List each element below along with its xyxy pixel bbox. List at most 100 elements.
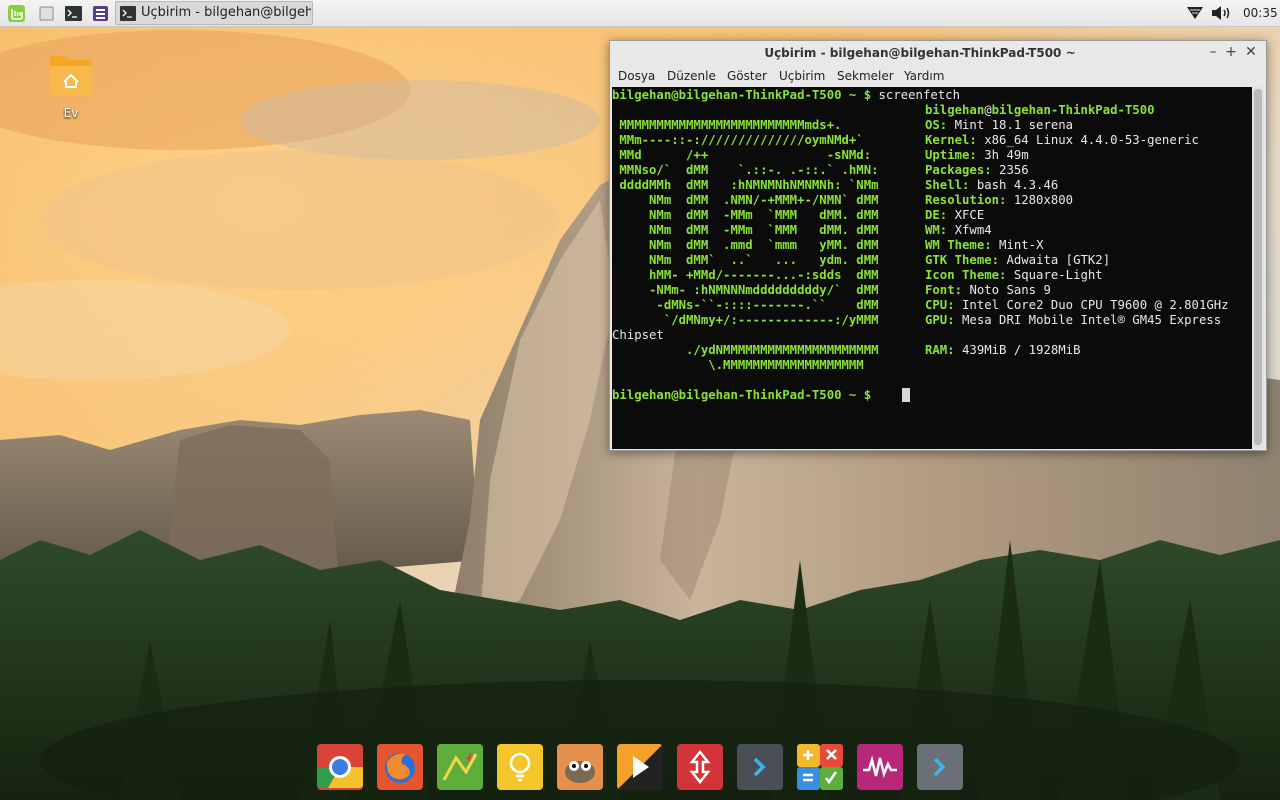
info-value: x86_64 Linux 4.4.0-53-generic <box>984 133 1199 147</box>
info-label: WM: <box>925 223 948 237</box>
menu-sekmeler[interactable]: Sekmeler <box>837 69 894 83</box>
volume-icon[interactable] <box>1211 5 1233 25</box>
info-line: Shell: bash 4.3.46 <box>925 178 1058 193</box>
logo-line: NMm dMM -MMm `MMM dMM. dMM <box>612 223 879 237</box>
info-label: OS: <box>925 118 948 132</box>
logo-line: NMm dMM` ..` ... ydm. dMM <box>612 253 879 267</box>
scrollbar-thumb[interactable] <box>1254 89 1262 445</box>
info-label: Packages: <box>925 163 992 177</box>
terminal-dark-icon[interactable] <box>736 744 784 790</box>
info-label: Icon Theme: <box>925 268 1007 282</box>
info-label: Uptime: <box>925 148 977 162</box>
terminal-scrollbar[interactable] <box>1252 87 1264 449</box>
info-value: 3h 49m <box>984 148 1029 162</box>
firefox-icon[interactable] <box>376 744 424 790</box>
media-player-icon[interactable] <box>616 744 664 790</box>
window-titlebar[interactable]: Uçbirim - bilgehan@bilgehan-ThinkPad-T50… <box>610 41 1266 65</box>
logo-line: ./ydNMMMMMMMMMMMMMMMMMMMMM <box>612 343 879 357</box>
user-host-line: bilgehan@bilgehan-ThinkPad-T500 <box>925 103 1155 118</box>
close-button[interactable]: ✕ <box>1243 44 1259 60</box>
info-value: Mint-X <box>999 238 1044 252</box>
panel-clock[interactable]: 00:35 <box>1243 6 1278 20</box>
info-value: Intel Core2 Duo CPU T9600 @ 2.801GHz <box>962 298 1229 312</box>
logo-line: \.MMMMMMMMMMMMMMMMMMM <box>612 358 864 372</box>
command-line: bilgehan@bilgehan-ThinkPad-T500 ~ $ scre… <box>612 88 960 103</box>
logo-line: MMd /++ -sNMd: <box>612 148 872 162</box>
prompt-line: bilgehan@bilgehan-ThinkPad-T500 ~ $ <box>612 388 871 403</box>
home-folder-shortcut[interactable]: Ev <box>45 52 97 120</box>
logo-line: -dMNs-``-::::-------.`` dMM <box>612 298 879 312</box>
logo-line: MMNso/` dMM `.::-. .-::.` .hMN: <box>612 163 879 177</box>
menu-ucbirim[interactable]: Uçbirim <box>779 69 825 83</box>
info-value: Square-Light <box>1013 268 1103 282</box>
gimp-icon[interactable] <box>556 744 604 790</box>
maps-icon[interactable] <box>436 744 484 790</box>
terminal-grey-icon[interactable] <box>916 744 964 790</box>
network-icon[interactable] <box>1186 5 1204 25</box>
transfer-icon[interactable] <box>676 744 724 790</box>
logo-line: NMm dMM .mmd `mmm yMM. dMM <box>612 238 879 252</box>
info-value: Noto Sans 9 <box>969 283 1051 297</box>
info-line: Uptime: 3h 49m <box>925 148 1029 163</box>
show-desktop-icon[interactable] <box>37 4 56 23</box>
menu-duzenle[interactable]: Düzenle <box>667 69 716 83</box>
info-value: Mint 18.1 serena <box>954 118 1074 132</box>
logo-line: hMM- +MMd/-------...-:sdds dMM <box>612 268 879 282</box>
info-user: bilgehan <box>925 103 985 117</box>
menu-goster[interactable]: Göster <box>727 69 767 83</box>
info-label: Resolution: <box>925 193 1007 207</box>
info-line: WM: Xfwm4 <box>925 223 992 238</box>
info-label: WM Theme: <box>925 238 992 252</box>
terminal-screen[interactable]: bilgehan@bilgehan-ThinkPad-T500 ~ $ scre… <box>612 87 1252 449</box>
info-line: WM Theme: Mint-X <box>925 238 1043 253</box>
prompt-text: bilgehan@bilgehan-ThinkPad-T500 ~ $ <box>612 388 872 402</box>
app-launcher-icon[interactable] <box>91 4 110 23</box>
info-line-ram: RAM: 439MiB / 1928MiB <box>925 343 1081 358</box>
info-label: GPU: <box>925 313 955 327</box>
info-host: bilgehan-ThinkPad-T500 <box>991 103 1155 117</box>
info-value: 1280x800 <box>1013 193 1074 207</box>
logo-line: MMm----::-://////////////oymNMd+` <box>612 133 864 147</box>
info-value: Mesa DRI Mobile Intel® GM45 Express <box>962 313 1222 327</box>
info-value: Adwaita [GTK2] <box>1006 253 1111 267</box>
taskbar-window-button[interactable]: Uçbirim - bilgehan@bilgeha... <box>115 1 313 25</box>
info-value: Xfwm4 <box>954 223 992 237</box>
top-panel: Uçbirim - bilgehan@bilgeha... 00:35 <box>0 0 1280 27</box>
info-line: Kernel: x86_64 Linux 4.4.0-53-generic <box>925 133 1199 148</box>
info-value: 439MiB / 1928MiB <box>962 343 1081 357</box>
info-label: RAM: <box>925 343 955 357</box>
terminal-task-icon <box>120 6 136 25</box>
terminal-window[interactable]: Uçbirim - bilgehan@bilgehan-ThinkPad-T50… <box>609 40 1267 451</box>
menu-yardim[interactable]: Yardım <box>904 69 944 83</box>
info-line: Icon Theme: Square-Light <box>925 268 1103 283</box>
lightbulb-icon[interactable] <box>496 744 544 790</box>
maximize-button[interactable]: + <box>1223 44 1239 60</box>
info-label: Kernel: <box>925 133 977 147</box>
logo-line: MMMMMMMMMMMMMMMMMMMMMMMMMmds+. <box>612 118 842 132</box>
terminal-launcher-icon[interactable] <box>64 4 83 23</box>
info-line: GTK Theme: Adwaita [GTK2] <box>925 253 1110 268</box>
prompt-text: bilgehan@bilgehan-ThinkPad-T500 ~ $ <box>612 88 872 102</box>
info-line: CPU: Intel Core2 Duo CPU T9600 @ 2.801GH… <box>925 298 1229 313</box>
info-label: CPU: <box>925 298 955 312</box>
minimize-button[interactable]: – <box>1205 44 1221 60</box>
info-label: Shell: <box>925 178 970 192</box>
info-label: GTK Theme: <box>925 253 1000 267</box>
audio-mixer-icon[interactable] <box>856 744 904 790</box>
home-folder-label: Ev <box>63 106 79 120</box>
info-line: DE: XFCE <box>925 208 984 223</box>
home-folder-icon <box>47 52 95 98</box>
info-line: GPU: Mesa DRI Mobile Intel® GM45 Express <box>925 313 1221 328</box>
logo-line: `/dMNmy+/:-------------:/yMMM <box>612 313 879 327</box>
info-value: XFCE <box>954 208 985 222</box>
calculator-icon[interactable] <box>796 744 844 790</box>
info-label: DE: <box>925 208 948 222</box>
mint-menu-icon[interactable] <box>7 4 26 23</box>
info-label: Font: <box>925 283 963 297</box>
menu-dosya[interactable]: Dosya <box>618 69 655 83</box>
logo-line: -NMm- :hNMNNNmdddddddddy/` dMM <box>612 283 879 297</box>
info-value: bash 4.3.46 <box>976 178 1059 192</box>
info-line: Font: Noto Sans 9 <box>925 283 1051 298</box>
info-at: @ <box>984 103 992 117</box>
chrome-icon[interactable] <box>316 744 364 790</box>
